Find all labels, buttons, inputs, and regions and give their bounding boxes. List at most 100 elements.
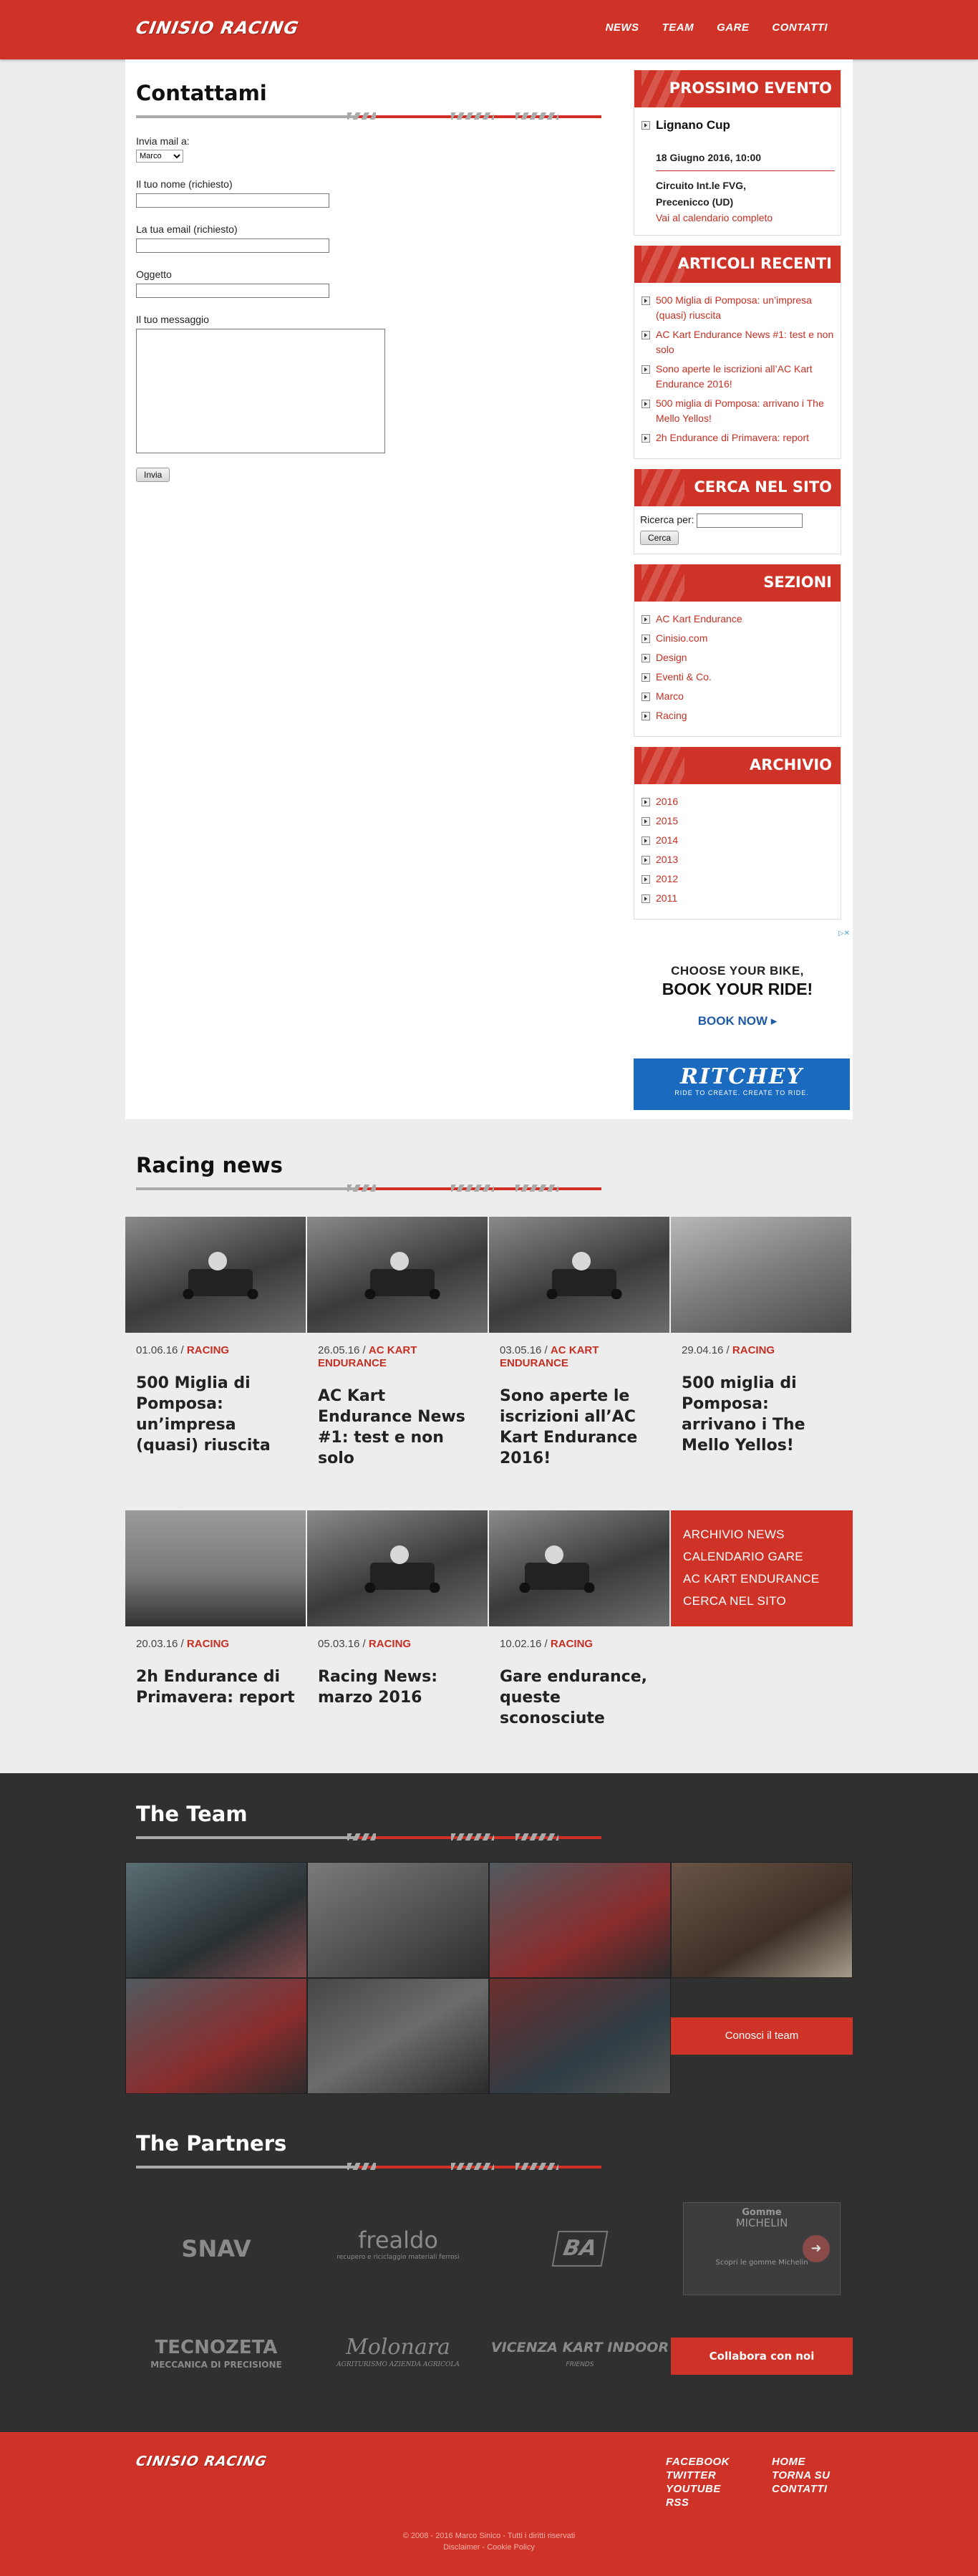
recent-article-link[interactable]: 500 miglia di Pomposa: arrivano i The Me…	[656, 397, 824, 424]
news-title[interactable]: 2h Endurance di Primavera: report	[136, 1666, 296, 1708]
ad-close-icon[interactable]: ▷✕	[838, 930, 850, 937]
news-title[interactable]: 500 Miglia di Pomposa: un’impresa (quasi…	[136, 1373, 296, 1456]
partner-logo[interactable]: BA	[489, 2195, 671, 2302]
news-title[interactable]: Racing News: marzo 2016	[318, 1666, 478, 1708]
team-photo[interactable]	[125, 1862, 307, 1978]
team-photo[interactable]	[307, 1862, 489, 1978]
archive-link[interactable]: 2011	[656, 892, 677, 904]
collaborate-button[interactable]: Collabora con noi	[671, 2338, 853, 2375]
nav-news[interactable]: NEWS	[606, 21, 639, 34]
section-link[interactable]: Marco	[656, 690, 684, 702]
email-label: La tua email (richiesto)	[136, 223, 238, 235]
ad-banner[interactable]: ▷✕ CHOOSE YOUR BIKE, BOOK YOUR RIDE! BOO…	[634, 930, 850, 1110]
search-button[interactable]: Cerca	[640, 531, 679, 545]
team-photo[interactable]	[671, 1862, 853, 1978]
meet-team-button[interactable]: Conosci il team	[671, 2017, 853, 2055]
news-category[interactable]: RACING	[369, 1638, 411, 1650]
search-widget: CERCA NEL SITO Ricerca per: Cerca	[634, 469, 841, 554]
footer-rss-link[interactable]: RSS	[666, 2496, 730, 2509]
news-category[interactable]: RACING	[551, 1638, 593, 1650]
archive-link[interactable]: 2015	[656, 815, 678, 826]
title-stripe	[136, 112, 601, 120]
message-field[interactable]	[136, 329, 385, 453]
partner-logo[interactable]: SNAV	[125, 2195, 307, 2302]
news-category[interactable]: RACING	[187, 1344, 229, 1356]
news-title[interactable]: Gare endurance, queste sconosciute	[500, 1666, 660, 1729]
partner-logo[interactable]: VICENZA KART INDOOR FRIENDS	[489, 2302, 671, 2410]
event-name: Lignano Cup	[656, 118, 730, 132]
team-photo[interactable]	[125, 1978, 307, 2094]
send-to-select[interactable]: Marco	[136, 150, 183, 163]
news-thumbnail[interactable]	[671, 1217, 851, 1333]
news-thumbnail[interactable]	[489, 1510, 669, 1626]
legal-links[interactable]: Disclaimer - Cookie Policy	[0, 2542, 978, 2553]
race-calendar-link[interactable]: CALENDARIO GARE	[683, 1550, 853, 1564]
list-item: Racing	[640, 708, 835, 723]
ac-kart-endurance-link[interactable]: AC KART ENDURANCE	[683, 1572, 853, 1586]
footer-facebook-link[interactable]: FACEBOOK	[666, 2455, 730, 2469]
footer-twitter-link[interactable]: TWITTER	[666, 2469, 730, 2482]
team-photo[interactable]	[489, 1978, 671, 2094]
search-input[interactable]	[697, 513, 803, 528]
contact-form: Invia mail a: Marco Il tuo nome (richies…	[136, 135, 594, 482]
ad-cta[interactable]: BOOK NOW ▸	[634, 1014, 841, 1028]
recent-article-link[interactable]: AC Kart Endurance News #1: test e non so…	[656, 329, 833, 355]
news-card[interactable]: 05.03.16 / RACING Racing News: marzo 201…	[307, 1510, 489, 1804]
footer-youtube-link[interactable]: YOUTUBE	[666, 2482, 730, 2496]
news-title[interactable]: Sono aperte le iscrizioni all’AC Kart En…	[500, 1386, 660, 1469]
news-title[interactable]: 500 miglia di Pomposa: arrivano i The Me…	[682, 1373, 842, 1456]
news-card[interactable]: 03.05.16 / AC KART ENDURANCE Sono aperte…	[489, 1217, 671, 1510]
news-card[interactable]: 20.03.16 / RACING 2h Endurance di Primav…	[125, 1510, 307, 1804]
news-thumbnail[interactable]	[489, 1217, 669, 1333]
arrow-right-icon[interactable]: ➜	[803, 2235, 830, 2262]
nav-contatti[interactable]: CONTATTI	[772, 21, 828, 34]
recent-article-link[interactable]: 500 Miglia di Pomposa: un’impresa (quasi…	[656, 294, 812, 321]
archive-link[interactable]: 2012	[656, 873, 678, 884]
news-card[interactable]: 26.05.16 / AC KART ENDURANCE AC Kart End…	[307, 1217, 489, 1510]
submit-button[interactable]: Invia	[136, 468, 170, 482]
site-logo[interactable]: CINISIO RACING	[135, 18, 301, 38]
team-photo[interactable]	[489, 1862, 671, 1978]
partner-logo[interactable]: frealdo recupero e riciclaggio materiali …	[307, 2195, 489, 2302]
section-link[interactable]: Cinisio.com	[656, 632, 707, 644]
name-field[interactable]	[136, 193, 329, 208]
news-thumbnail[interactable]	[125, 1510, 306, 1626]
nav-gare[interactable]: GARE	[717, 21, 749, 34]
archive-link[interactable]: 2014	[656, 834, 678, 846]
news-thumbnail[interactable]	[307, 1510, 488, 1626]
email-field[interactable]	[136, 238, 329, 253]
news-card[interactable]: 10.02.16 / RACING Gare endurance, queste…	[489, 1510, 671, 1804]
footer-contact-link[interactable]: CONTATTI	[772, 2482, 831, 2496]
section-link[interactable]: AC Kart Endurance	[656, 613, 742, 624]
nav-team[interactable]: TEAM	[662, 21, 694, 34]
section-title: The Team	[136, 1802, 248, 1826]
partner-logo[interactable]: TECNOZETA MECCANICA DI PRECISIONE	[125, 2302, 307, 2410]
news-category[interactable]: RACING	[732, 1344, 775, 1356]
partner-logo[interactable]: Molonara AGRITURISMO AZIENDA AGRICOLA	[307, 2302, 489, 2410]
calendar-link[interactable]: Vai al calendario completo	[656, 212, 773, 223]
section-link[interactable]: Racing	[656, 710, 687, 721]
section-link[interactable]: Design	[656, 652, 687, 663]
archive-news-link[interactable]: ARCHIVIO NEWS	[683, 1528, 853, 1542]
list-item: 2012	[640, 872, 835, 887]
news-category[interactable]: RACING	[187, 1638, 229, 1650]
footer-home-link[interactable]: HOME	[772, 2455, 831, 2469]
footer-top-link[interactable]: TORNA SU	[772, 2469, 831, 2482]
partner-ad[interactable]: Gomme MICHELIN Scopri le gomme Michelin …	[683, 2202, 841, 2295]
site-search-link[interactable]: CERCA NEL SITO	[683, 1594, 853, 1608]
news-thumbnail[interactable]	[307, 1217, 488, 1333]
section-link[interactable]: Eventi & Co.	[656, 671, 712, 682]
page-title: Contattami	[136, 81, 267, 105]
recent-article-link[interactable]: Sono aperte le iscrizioni all’AC Kart En…	[656, 363, 813, 390]
archive-link[interactable]: 2013	[656, 854, 678, 865]
list-item: Design	[640, 650, 835, 665]
team-photo[interactable]	[307, 1978, 489, 2094]
subject-field[interactable]	[136, 284, 329, 298]
news-thumbnail[interactable]	[125, 1217, 306, 1333]
news-card[interactable]: 01.06.16 / RACING 500 Miglia di Pomposa:…	[125, 1217, 307, 1510]
news-title[interactable]: AC Kart Endurance News #1: test e non so…	[318, 1386, 478, 1469]
archive-link[interactable]: 2016	[656, 796, 678, 807]
footer-logo[interactable]: CINISIO RACING	[135, 2454, 268, 2469]
recent-article-link[interactable]: 2h Endurance di Primavera: report	[656, 432, 809, 443]
news-card[interactable]: 29.04.16 / RACING 500 miglia di Pomposa:…	[671, 1217, 853, 1510]
